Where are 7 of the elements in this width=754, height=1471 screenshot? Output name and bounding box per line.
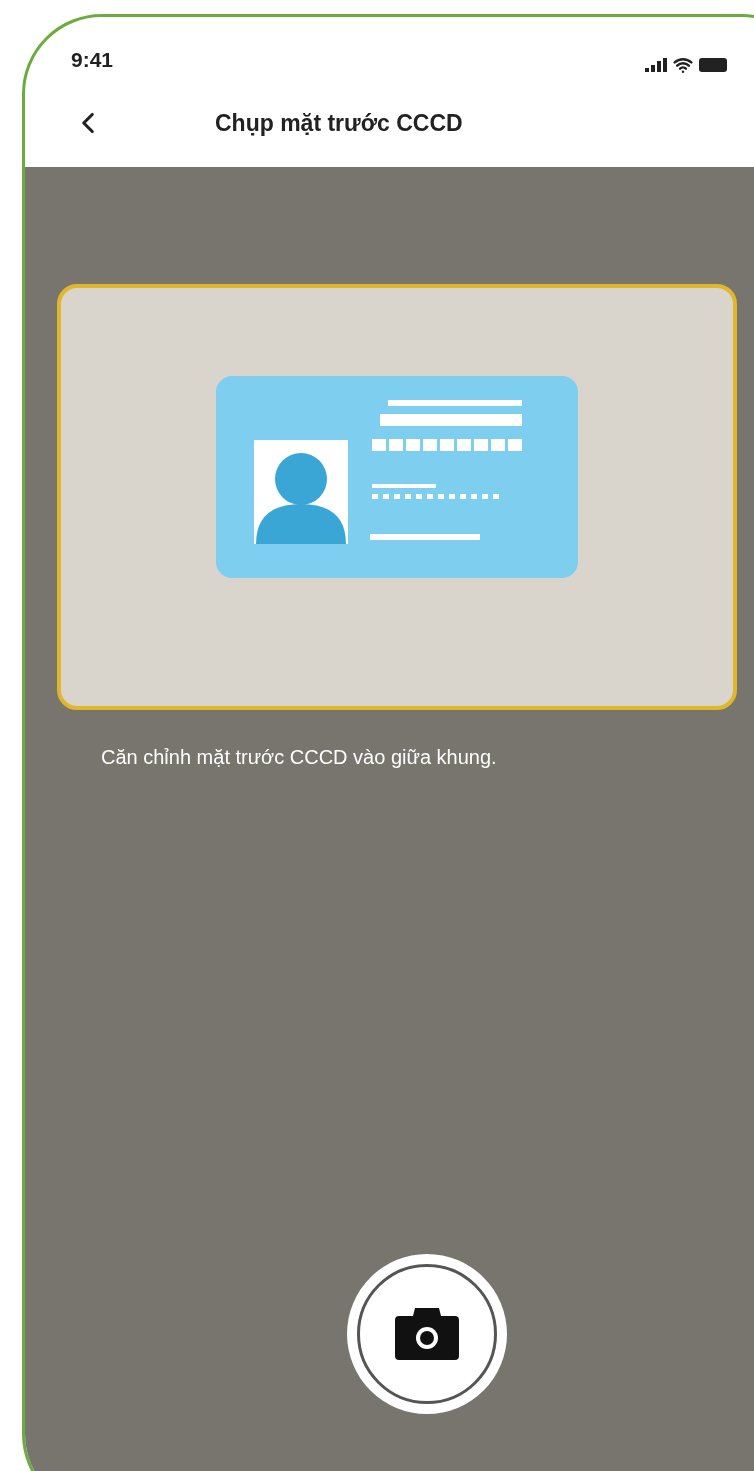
signal-icon [645,58,667,72]
instruction-text: Căn chỉnh mặt trước CCCD vào giữa khung. [101,745,497,770]
camera-icon [395,1308,459,1360]
wifi-icon [673,55,693,75]
status-time: 9:41 [71,46,114,73]
screen-title: Chụp mặt trước CCCD [215,108,463,138]
battery-icon [699,58,729,72]
